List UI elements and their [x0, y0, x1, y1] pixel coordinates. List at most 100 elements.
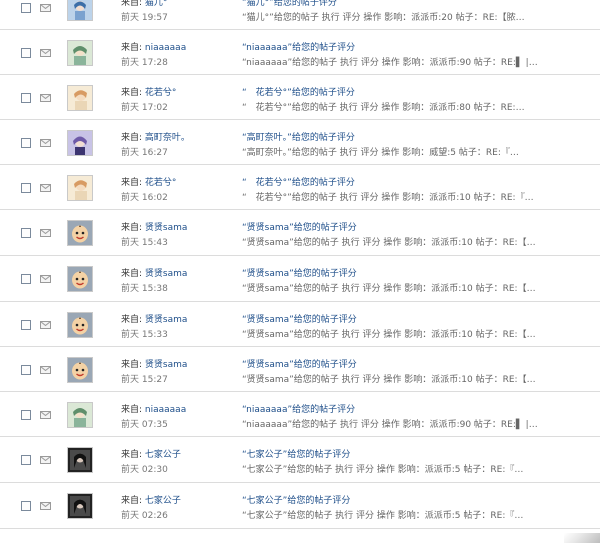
envelope-icon[interactable] [40, 3, 51, 12]
message-row[interactable]: 来自: 贤贤sama 前天 15:43 “贤贤sama”给您的帖子评分 “贤贤sama… [0, 210, 600, 256]
select-checkbox[interactable] [21, 182, 31, 193]
message-row[interactable]: 来自: 贤贤sama 前天 15:38 “贤贤sama”给您的帖子评分 “贤贤sama… [0, 256, 600, 302]
message-row[interactable]: 来自: 高町奈叶。 前天 16:27 “高町奈叶。”给您的帖子评分 “高町奈叶。”给您… [0, 120, 600, 165]
message-row[interactable]: 来自: 猫儿° 前天 19:57 “猫儿°”给您的帖子评分 “猫儿°”给您的帖子 执行… [0, 0, 600, 30]
select-checkbox[interactable] [21, 501, 31, 511]
message-preview: “猫儿°”给您的帖子 执行 评分 操作 影响：派派币:20 帖子：RE:【脓… [242, 12, 525, 23]
sender: 来自: 猫儿° [121, 0, 167, 8]
message-row[interactable]: 来自: 贤贤sama 前天 15:27 “贤贤sama”给您的帖子评分 “贤贤sama… [0, 347, 600, 392]
message-preview: “贤贤sama”给您的帖子 执行 评分 操作 影响：派派币:10 帖子：RE:【… [242, 238, 536, 248]
sender-label: 来自: [121, 404, 143, 415]
message-title-link[interactable]: “七家公子”给您的帖子评分 [242, 493, 350, 506]
envelope-icon[interactable] [40, 365, 51, 374]
select-checkbox[interactable] [21, 455, 31, 465]
message-preview: “niaaaaaa”给您的帖子 执行 评分 操作 影响：派派币:90 帖子：RE… [242, 419, 538, 430]
message-title-link[interactable]: “ 花若兮°”给您的帖子评分 [242, 85, 355, 98]
sender-name-link[interactable]: 贤贤sama [145, 360, 188, 370]
message-row[interactable]: 来自: niaaaaaa 前天 07:35 “niaaaaaa”给您的帖子评分 “ni… [0, 392, 600, 437]
select-checkbox[interactable] [21, 274, 31, 284]
avatar[interactable] [67, 0, 93, 21]
sender-name-link[interactable]: 猫儿° [145, 0, 168, 8]
message-preview: “贤贤sama”给您的帖子 执行 评分 操作 影响：派派币:10 帖子：RE:【… [242, 374, 536, 385]
sender-name-link[interactable]: 花若兮° [145, 88, 177, 98]
message-preview: “ 花若兮°”给您的帖子 执行 评分 操作 影响：派派币:80 帖子：RE:… [242, 102, 525, 113]
message-preview: “七家公子”给您的帖子 执行 评分 操作 影响：派派币:5 帖子：RE:『… [242, 465, 524, 475]
message-row[interactable]: 来自: 贤贤sama 前天 15:33 “贤贤sama”给您的帖子评分 “贤贤sama… [0, 302, 600, 347]
sender: 来自: niaaaaaa [121, 402, 186, 415]
envelope-icon[interactable] [40, 183, 51, 192]
avatar[interactable] [67, 174, 93, 201]
message-preview: “高町奈叶。”给您的帖子 执行 评分 操作 影响：威望:5 帖子：RE:『… [242, 147, 519, 158]
envelope-icon[interactable] [40, 275, 51, 283]
sender: 来自: 花若兮° [121, 85, 176, 98]
envelope-icon[interactable] [40, 93, 51, 102]
envelope-icon[interactable] [40, 229, 51, 237]
message-row[interactable]: 来自: 七家公子 前天 02:30 “七家公子”给您的帖子评分 “七家公子”给您的帖子… [0, 437, 600, 483]
sender-name-link[interactable]: 贤贤sama [145, 269, 188, 279]
avatar[interactable] [67, 84, 93, 111]
sender-label: 来自: [121, 177, 143, 188]
select-checkbox[interactable] [21, 137, 31, 148]
message-time: 前天 15:38 [121, 284, 168, 294]
avatar[interactable] [67, 311, 93, 338]
select-checkbox[interactable] [21, 228, 31, 238]
sender-label: 来自: [121, 87, 143, 98]
message-title-link[interactable]: “贤贤sama”给您的帖子评分 [242, 312, 357, 325]
sender-name-link[interactable]: 花若兮° [145, 178, 177, 188]
select-checkbox[interactable] [21, 409, 31, 420]
message-preview: “七家公子”给您的帖子 执行 评分 操作 影响：派派币:5 帖子：RE:『… [242, 511, 524, 521]
sender-name-link[interactable]: 七家公子 [145, 450, 181, 460]
envelope-icon[interactable] [40, 138, 51, 147]
sender-label: 来自: [121, 496, 143, 506]
sender-name-link[interactable]: 贤贤sama [145, 315, 188, 325]
sender-label: 来自: [121, 0, 143, 8]
sender: 来自: 高町奈叶。 [121, 130, 190, 143]
envelope-icon[interactable] [40, 410, 51, 419]
message-title-link[interactable]: “七家公子”给您的帖子评分 [242, 447, 350, 460]
sender-name-link[interactable]: niaaaaaa [145, 405, 186, 415]
sender-name-link[interactable]: 高町奈叶。 [145, 133, 190, 143]
sender-label: 来自: [121, 359, 143, 370]
message-row[interactable]: 来自: niaaaaaa 前天 17:28 “niaaaaaa”给您的帖子评分 “ni… [0, 30, 600, 75]
message-time: 前天 07:35 [121, 419, 168, 430]
message-preview: “贤贤sama”给您的帖子 执行 评分 操作 影响：派派币:10 帖子：RE:【… [242, 329, 536, 340]
message-title-link[interactable]: “niaaaaaa”给您的帖子评分 [242, 402, 355, 415]
avatar[interactable] [67, 220, 93, 246]
avatar[interactable] [67, 447, 93, 473]
sender-name-link[interactable]: niaaaaaa [145, 43, 186, 53]
select-checkbox[interactable] [21, 319, 31, 330]
envelope-icon[interactable] [40, 456, 51, 464]
sender-label: 来自: [121, 223, 143, 233]
envelope-icon[interactable] [40, 320, 51, 329]
message-title-link[interactable]: “贤贤sama”给您的帖子评分 [242, 357, 357, 370]
envelope-icon[interactable] [40, 48, 51, 57]
envelope-icon[interactable] [40, 502, 51, 510]
sender: 来自: niaaaaaa [121, 40, 186, 53]
sender-label: 来自: [121, 132, 143, 143]
message-title-link[interactable]: “高町奈叶。”给您的帖子评分 [242, 130, 355, 143]
message-row[interactable]: 来自: 花若兮° 前天 16:02 “ 花若兮°”给您的帖子评分 “ 花若兮°”给您的… [0, 165, 600, 210]
message-title-link[interactable]: “niaaaaaa”给您的帖子评分 [242, 40, 355, 53]
select-checkbox[interactable] [21, 47, 31, 58]
avatar[interactable] [67, 129, 93, 156]
avatar[interactable] [67, 266, 93, 292]
page-corner-shadow [564, 533, 600, 543]
sender: 来自: 贤贤sama [121, 312, 187, 325]
avatar[interactable] [67, 401, 93, 428]
sender: 来自: 贤贤sama [121, 220, 187, 233]
avatar[interactable] [67, 39, 93, 66]
avatar[interactable] [67, 493, 93, 519]
message-row[interactable]: 来自: 花若兮° 前天 17:02 “ 花若兮°”给您的帖子评分 “ 花若兮°”给您的… [0, 75, 600, 120]
message-title-link[interactable]: “贤贤sama”给您的帖子评分 [242, 220, 357, 233]
select-checkbox[interactable] [21, 2, 31, 13]
message-row[interactable]: 来自: 七家公子 前天 02:26 “七家公子”给您的帖子评分 “七家公子”给您的帖子… [0, 483, 600, 529]
message-time: 前天 15:43 [121, 238, 168, 248]
message-title-link[interactable]: “ 花若兮°”给您的帖子评分 [242, 175, 355, 188]
avatar[interactable] [67, 356, 93, 383]
sender-name-link[interactable]: 七家公子 [145, 496, 181, 506]
sender-name-link[interactable]: 贤贤sama [145, 223, 188, 233]
message-title-link[interactable]: “贤贤sama”给您的帖子评分 [242, 266, 357, 279]
message-title-link[interactable]: “猫儿°”给您的帖子评分 [242, 0, 337, 8]
select-checkbox[interactable] [21, 92, 31, 103]
select-checkbox[interactable] [21, 364, 31, 375]
